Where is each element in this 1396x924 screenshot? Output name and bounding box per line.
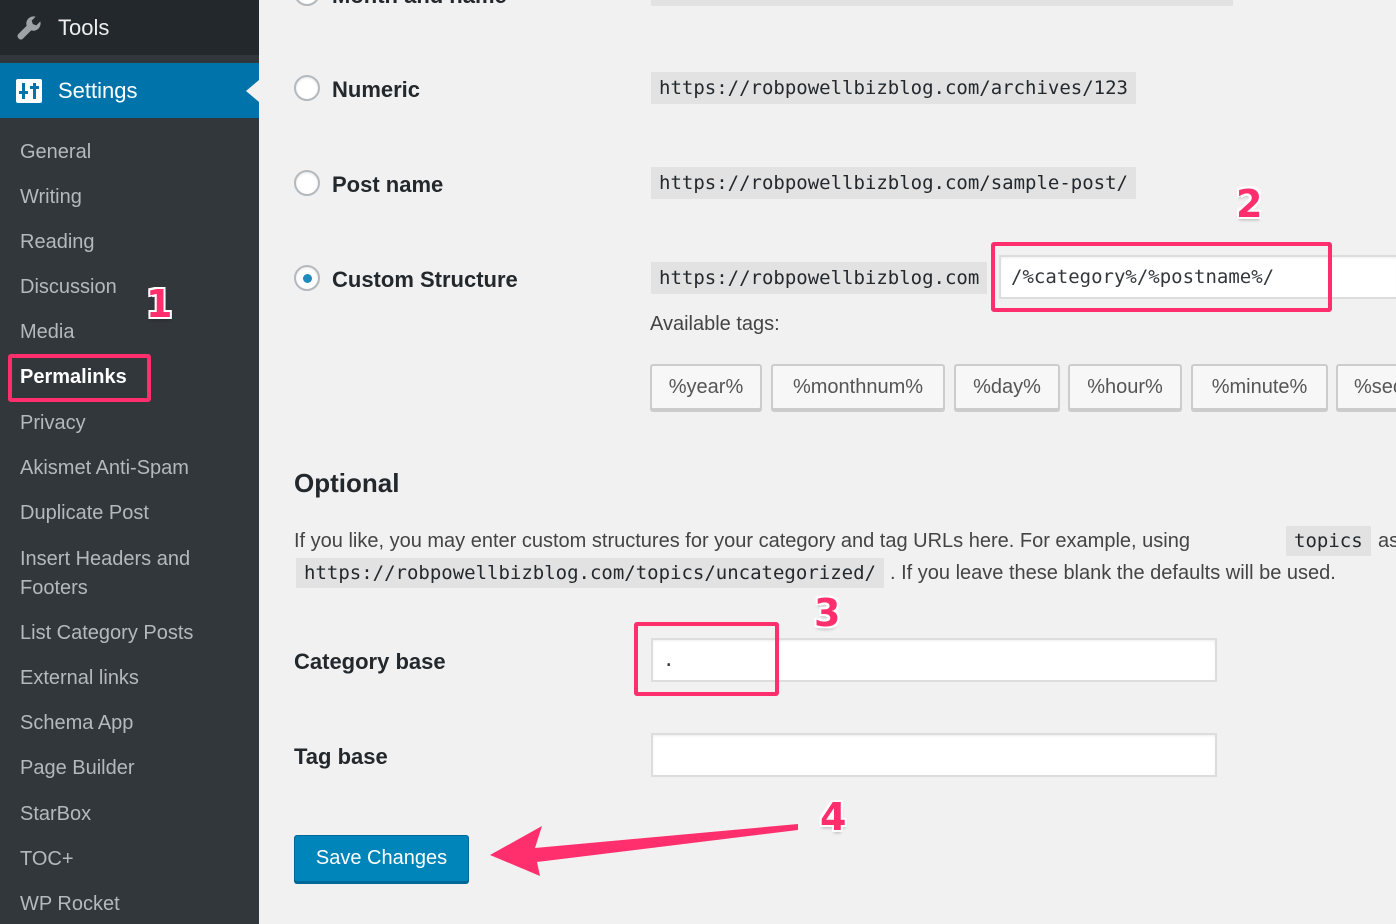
submenu-toc-plus[interactable]: TOC+: [20, 845, 74, 874]
submenu-reading[interactable]: Reading: [20, 228, 95, 257]
current-menu-pointer: [246, 79, 259, 102]
submenu-insert-headers-and-footers[interactable]: Insert Headers and Footers: [20, 545, 235, 603]
radio-post-name[interactable]: [294, 170, 320, 196]
optional-description-code-topics: topics: [1286, 526, 1371, 556]
highlight-box-permalinks: [8, 354, 151, 402]
optional-description-code-example-url: https://robpowellbizblog.com/topics/unca…: [296, 558, 884, 588]
sidebar-item-label: Settings: [58, 77, 138, 103]
option-label-custom-structure: Custom Structure: [332, 267, 518, 292]
submenu-privacy[interactable]: Privacy: [20, 409, 86, 438]
option-label-post-name: Post name: [332, 172, 444, 197]
example-url-post-name: https://robpowellbizblog.com/sample-post…: [651, 167, 1136, 199]
example-url-numeric: https://robpowellbizblog.com/archives/12…: [651, 72, 1136, 104]
tag-button-second[interactable]: %second%: [1336, 364, 1396, 410]
optional-description-text: If you like, you may enter custom struct…: [294, 530, 1190, 552]
submenu-schema-app[interactable]: Schema App: [20, 709, 133, 738]
admin-sidebar: Tools Settings General Writing Reading D…: [0, 0, 259, 924]
wordpress-permalink-settings: Tools Settings General Writing Reading D…: [0, 0, 1396, 924]
optional-heading: Optional: [294, 468, 400, 498]
radio-custom-structure[interactable]: [294, 265, 320, 291]
tag-button-year[interactable]: %year%: [650, 364, 762, 410]
tag-button-hour[interactable]: %hour%: [1068, 364, 1182, 410]
submenu-page-builder[interactable]: Page Builder: [20, 754, 135, 783]
tag-base-input[interactable]: [651, 733, 1217, 777]
submenu-duplicate-post[interactable]: Duplicate Post: [20, 499, 149, 528]
tag-button-minute[interactable]: %minute%: [1191, 364, 1328, 410]
wrench-icon: [0, 14, 58, 42]
annotation-number-2: 2: [1236, 182, 1263, 226]
submenu-external-links[interactable]: External links: [20, 664, 139, 693]
submenu-media[interactable]: Media: [20, 318, 74, 347]
submenu-general[interactable]: General: [20, 138, 91, 167]
optional-description-text-end: . If you leave these blank the defaults …: [890, 562, 1336, 584]
optional-description-text-as: as: [1378, 530, 1396, 552]
radio-numeric[interactable]: [294, 75, 320, 101]
save-changes-button[interactable]: Save Changes: [294, 835, 469, 882]
sidebar-item-label: Tools: [58, 14, 110, 40]
submenu-wp-rocket[interactable]: WP Rocket: [20, 890, 120, 919]
submenu-writing[interactable]: Writing: [20, 183, 82, 212]
settings-sliders-icon: [0, 78, 58, 103]
submenu-starbox[interactable]: StarBox: [20, 800, 91, 829]
custom-structure-base-url: https://robpowellbizblog.com: [651, 262, 988, 294]
sidebar-item-tools[interactable]: Tools: [0, 0, 259, 55]
highlight-box-category-base: [634, 622, 779, 696]
example-url-month-and-name: https://robpowellbizblog.com/2019/04/sam…: [651, 0, 1233, 6]
annotation-arrow: [490, 824, 798, 876]
radio-month-and-name[interactable]: [294, 0, 320, 6]
tag-button-day[interactable]: %day%: [954, 364, 1060, 410]
annotation-number-3: 3: [814, 591, 841, 635]
submenu-akismet-anti-spam[interactable]: Akismet Anti-Spam: [20, 454, 189, 483]
sidebar-item-settings[interactable]: Settings: [0, 63, 259, 118]
submenu-discussion[interactable]: Discussion: [20, 273, 117, 302]
highlight-box-custom-structure: [991, 242, 1332, 312]
option-label-numeric: Numeric: [332, 77, 421, 102]
tag-base-label: Tag base: [294, 744, 388, 769]
annotation-number-4: 4: [820, 795, 847, 839]
submenu-list-category-posts[interactable]: List Category Posts: [20, 619, 193, 648]
option-label-month-and-name: Month and name: [332, 0, 507, 9]
category-base-label: Category base: [294, 649, 446, 674]
tag-button-monthnum[interactable]: %monthnum%: [771, 364, 945, 410]
annotation-number-1: 1: [146, 282, 173, 326]
available-tags-label: Available tags:: [650, 313, 780, 335]
